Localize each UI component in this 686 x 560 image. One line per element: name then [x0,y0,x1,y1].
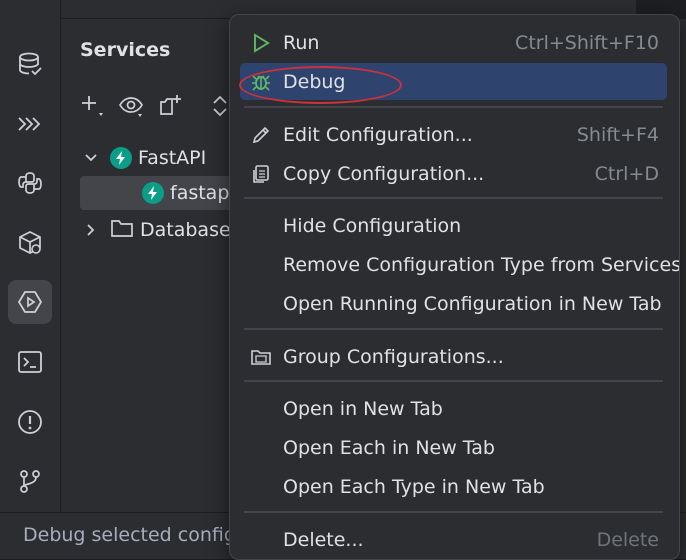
menu-item-edit-configuration[interactable]: Edit Configuration... Shift+F4 [240,116,667,153]
run-icon [249,32,273,54]
new-group-icon [160,95,181,115]
terminal-icon [18,351,42,373]
python-console-tool-button[interactable] [8,161,52,205]
view-options-button[interactable] [116,91,146,121]
tree-item-database[interactable]: Database [80,213,231,247]
menu-item-open-each-type-in-new-tab[interactable]: Open Each Type in New Tab [240,468,667,505]
menu-item-run[interactable]: Run Ctrl+Shift+F10 [240,24,667,61]
tree-item-label: FastAPI [138,147,207,169]
view-options-icon [119,97,143,117]
menu-separator [244,380,663,382]
menu-separator [244,197,663,199]
add-icon [82,96,103,116]
tree-item-fastapi-group[interactable]: FastAPI [80,141,206,175]
folder-icon [110,217,140,244]
fastapi-icon [110,147,132,169]
menu-item-open-each-in-new-tab[interactable]: Open Each in New Tab [240,429,667,466]
fastapi-icon [142,182,164,204]
menu-separator [244,106,663,108]
status-text: Debug selected configu [23,524,248,546]
python-packages-icon [19,231,41,254]
context-menu: Run Ctrl+Shift+F10 Debug Edit Configurat… [229,14,680,560]
menu-item-copy-configuration[interactable]: Copy Configuration... Ctrl+D [240,155,667,192]
menu-item-group-configurations[interactable]: Group Configurations... [240,338,667,375]
services-tool-button[interactable] [8,280,52,324]
shortcut-label: Delete [596,528,659,551]
menu-item-open-running-configuration[interactable]: Open Running Configuration in New Tab [240,285,667,322]
endpoints-icon [18,117,41,131]
pencil-icon [249,124,273,146]
menu-item-open-in-new-tab[interactable]: Open in New Tab [240,390,667,427]
chevron-right-icon[interactable] [80,219,102,241]
shortcut-label: Shift+F4 [576,123,659,146]
menu-separator [244,328,663,330]
tool-window-strip [0,0,61,512]
terminal-tool-button[interactable] [8,340,52,384]
tree-item-fastapi-config[interactable]: fastapi_ [80,176,250,210]
annotation-circle [239,66,402,104]
copy-icon [249,163,273,185]
problems-icon [18,410,42,434]
services-icon [17,291,43,313]
menu-item-hide-configuration[interactable]: Hide Configuration [240,207,667,244]
menu-item-remove-configuration-type[interactable]: Remove Configuration Type from Services [240,246,679,283]
services-title: Services [80,39,171,61]
shortcut-label: Ctrl+D [594,162,659,185]
git-tool-button[interactable] [8,459,52,503]
group-folder-icon [249,346,273,368]
new-group-button[interactable] [156,91,186,121]
endpoints-tool-button[interactable] [8,102,52,146]
menu-item-delete[interactable]: Delete... Delete [240,521,667,558]
database-icon [19,52,42,76]
python-console-icon [18,172,42,194]
tree-item-label: Database [140,219,231,241]
chevron-down-icon[interactable] [80,147,102,169]
problems-tool-button[interactable] [8,400,52,444]
shortcut-label: Ctrl+Shift+F10 [515,31,659,54]
python-packages-tool-button[interactable] [8,221,52,265]
menu-separator [244,511,663,513]
database-tool-button[interactable] [8,42,52,86]
add-service-button[interactable] [77,91,107,121]
git-icon [20,470,40,493]
